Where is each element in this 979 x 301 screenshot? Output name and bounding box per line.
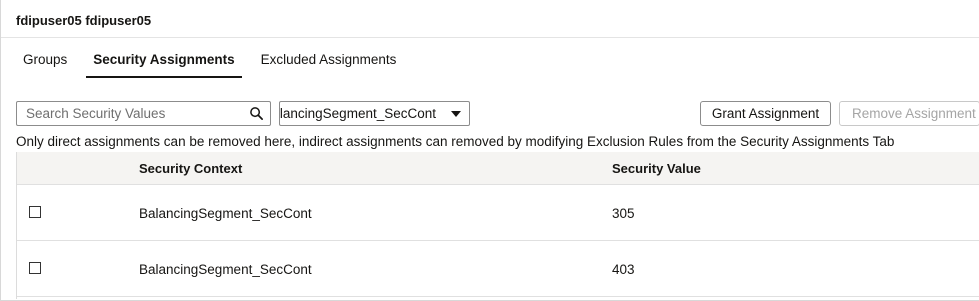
security-context-cell: BalancingSegment_SecCont [139, 206, 312, 221]
security-value-cell: 305 [612, 206, 635, 221]
search-box [16, 101, 271, 126]
search-icon[interactable] [249, 106, 264, 121]
tab-bar: Groups Security Assignments Excluded Ass… [16, 38, 415, 80]
security-value-cell: 403 [612, 262, 635, 277]
tab-groups[interactable]: Groups [16, 38, 74, 78]
tab-excluded-assignments[interactable]: Excluded Assignments [254, 38, 404, 78]
security-assignments-table: Security Context Security Value Balancin… [16, 152, 979, 299]
row-checkbox[interactable] [29, 262, 41, 274]
table-row[interactable]: BalancingSegment_SecCont 403 [17, 241, 979, 297]
chevron-down-icon [451, 111, 461, 117]
removal-notice: Only direct assignments can be removed h… [16, 134, 895, 149]
column-header-security-value[interactable]: Security Value [612, 161, 701, 176]
row-checkbox[interactable] [29, 206, 41, 218]
column-header-security-context[interactable]: Security Context [139, 161, 242, 176]
table-row[interactable]: BalancingSegment_SecCont 305 [17, 185, 979, 241]
search-input[interactable] [17, 102, 237, 125]
security-context-cell: BalancingSegment_SecCont [139, 262, 312, 277]
security-context-select-value: ılancingSegment_SecCont [279, 106, 436, 121]
grant-assignment-button[interactable]: Grant Assignment [700, 101, 831, 126]
user-title: fdipuser05 fdipuser05 [16, 13, 152, 28]
security-assignments-panel: fdipuser05 fdipuser05 Groups Security As… [0, 0, 979, 301]
remove-assignment-button[interactable]: Remove Assignment [839, 101, 979, 126]
tab-security-assignments[interactable]: Security Assignments [86, 38, 242, 78]
security-context-select[interactable]: ılancingSegment_SecCont [279, 101, 470, 126]
table-header: Security Context Security Value [17, 152, 979, 185]
